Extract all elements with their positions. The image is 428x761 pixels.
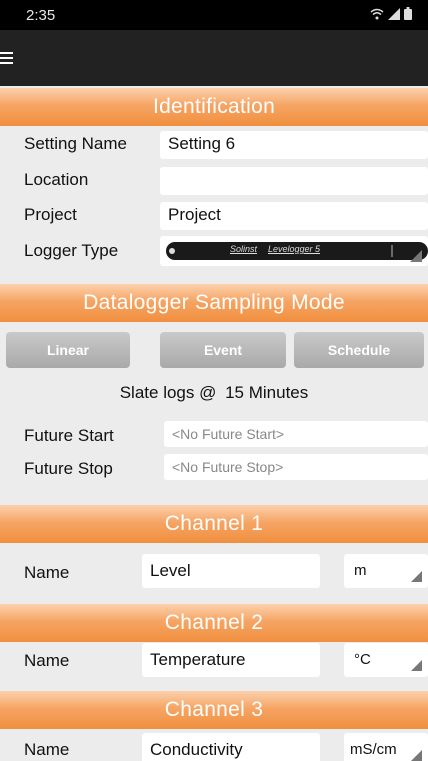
channel-3-name-field[interactable]: Conductivity bbox=[142, 733, 320, 761]
logger-type-label: Logger Type bbox=[24, 241, 119, 260]
identification-header: Identification bbox=[0, 88, 428, 126]
location-label: Location bbox=[24, 170, 89, 189]
logger-brand-text: Solinst bbox=[230, 244, 258, 254]
channel-2-unit-select[interactable]: °C bbox=[344, 643, 428, 677]
channel-3-header: Channel 3 bbox=[0, 691, 428, 729]
wifi-icon bbox=[370, 8, 384, 19]
channel-2-name-label: Name bbox=[24, 651, 70, 670]
channel-2-name-field[interactable]: Temperature bbox=[142, 643, 320, 677]
channel-2-unit-value: °C bbox=[354, 651, 371, 668]
future-stop-field[interactable]: <No Future Stop> bbox=[164, 454, 428, 480]
future-start-label: Future Start bbox=[24, 426, 114, 445]
channel-1-name-field[interactable]: Level bbox=[142, 554, 320, 588]
settings-form: Identification Setting Name Setting 6 Lo… bbox=[0, 86, 428, 761]
channel-3-unit-value: mS/cm bbox=[350, 741, 397, 758]
dropdown-corner-icon bbox=[411, 660, 422, 671]
channel-1-unit-select[interactable]: m bbox=[344, 554, 428, 588]
project-field[interactable]: Project bbox=[160, 202, 428, 230]
app-toolbar bbox=[0, 30, 428, 86]
logger-type-select[interactable]: Solinst Levelogger 5 bbox=[160, 236, 428, 266]
future-start-field[interactable]: <No Future Start> bbox=[164, 421, 428, 447]
battery-icon bbox=[404, 7, 412, 20]
channel-1-unit-value: m bbox=[354, 562, 367, 579]
signal-icon bbox=[388, 7, 400, 20]
future-stop-label: Future Stop bbox=[24, 459, 113, 478]
channel-3-unit-select[interactable]: mS/cm bbox=[344, 733, 428, 761]
setting-name-field[interactable]: Setting 6 bbox=[160, 131, 428, 159]
mode-linear-button[interactable]: Linear bbox=[6, 332, 130, 368]
sampling-mode-header: Datalogger Sampling Mode bbox=[0, 284, 428, 322]
channel-1-name-label: Name bbox=[24, 563, 70, 582]
slate-logs-prefix: Slate logs @ bbox=[119, 383, 217, 402]
hamburger-menu-icon[interactable] bbox=[0, 50, 18, 68]
channel-2-header: Channel 2 bbox=[0, 604, 428, 642]
mode-schedule-button[interactable]: Schedule bbox=[294, 332, 424, 368]
status-icons bbox=[370, 7, 412, 20]
status-time: 2:35 bbox=[26, 7, 56, 24]
status-bar: 2:35 bbox=[0, 0, 428, 30]
location-field[interactable] bbox=[160, 167, 428, 195]
channel-1-header: Channel 1 bbox=[0, 505, 428, 543]
dropdown-corner-icon bbox=[411, 750, 422, 761]
slate-logs-text: Slate logs @ 15 Minutes bbox=[0, 383, 428, 403]
logger-model-text: Levelogger 5 bbox=[268, 244, 321, 254]
channel-3-name-label: Name bbox=[24, 740, 70, 759]
mode-event-button[interactable]: Event bbox=[160, 332, 286, 368]
project-label: Project bbox=[24, 205, 77, 224]
dropdown-corner-icon bbox=[411, 571, 422, 582]
setting-name-label: Setting Name bbox=[24, 134, 127, 153]
slate-logs-interval: 15 Minutes bbox=[225, 383, 309, 402]
